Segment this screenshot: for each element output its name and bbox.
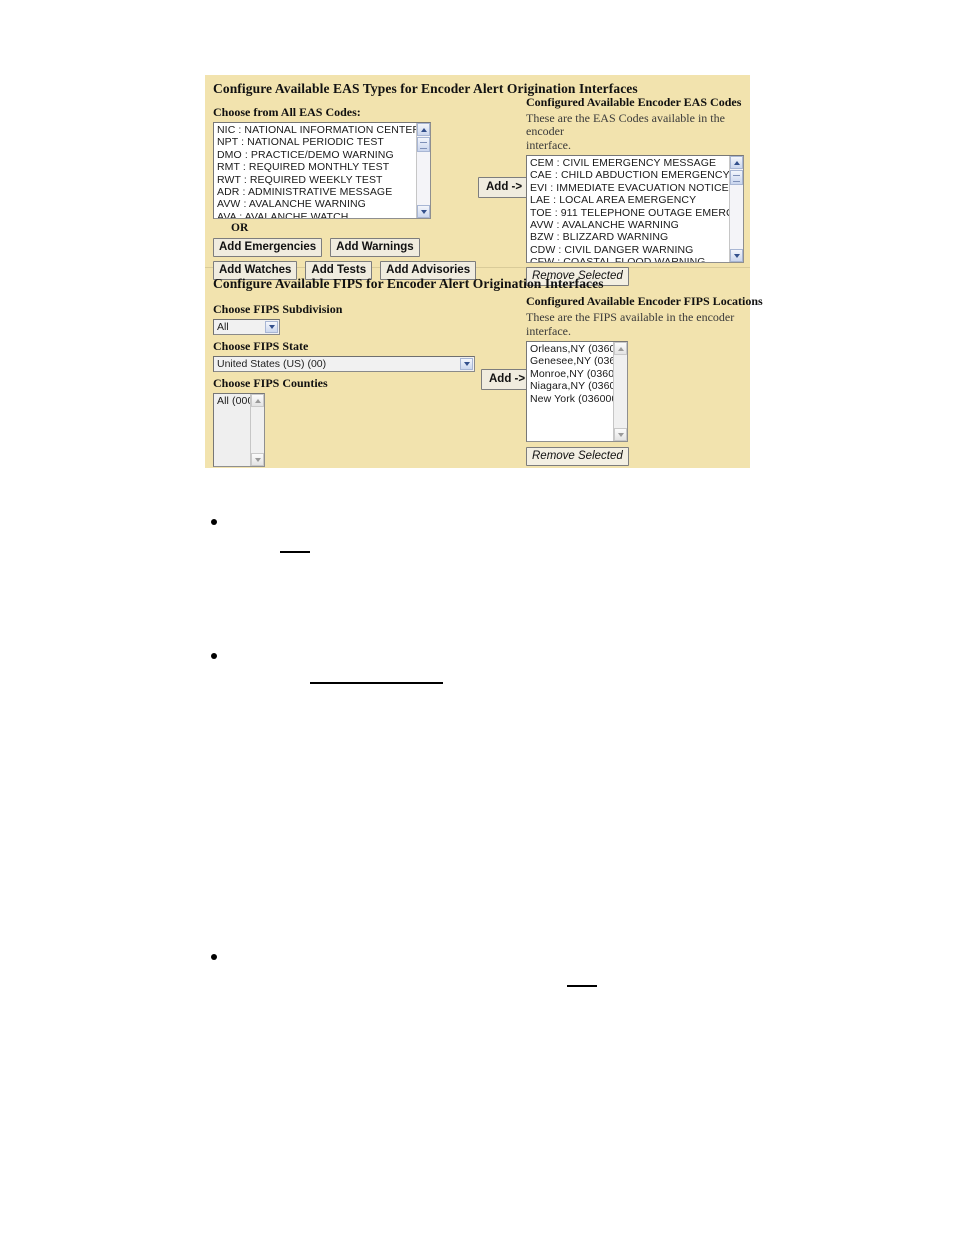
- scroll-up-icon[interactable]: [614, 342, 627, 355]
- vertical-scrollbar[interactable]: [729, 156, 743, 262]
- fips-left-column: Choose FIPS Subdivision All Choose FIPS …: [213, 302, 518, 467]
- eas-left-label: Choose from All EAS Codes:: [213, 105, 361, 119]
- list-item[interactable]: BZW : BLIZZARD WARNING: [528, 231, 743, 243]
- list-item[interactable]: RWT : REQUIRED WEEKLY TEST: [215, 174, 430, 186]
- bullet-point-icon: [211, 954, 217, 960]
- list-item[interactable]: NIC : NATIONAL INFORMATION CENTER: [215, 124, 430, 136]
- eas-right-column: Configured Available Encoder EAS Codes T…: [526, 95, 752, 289]
- configured-eas-codes-listbox[interactable]: CEM : CIVIL EMERGENCY MESSAGE CAE : CHIL…: [526, 155, 744, 263]
- eas-configuration-section: Configure Available EAS Types for Encode…: [205, 75, 750, 286]
- add-emergencies-button[interactable]: Add Emergencies: [213, 238, 323, 257]
- scroll-down-icon[interactable]: [730, 249, 743, 262]
- scrollbar-thumb[interactable]: [417, 137, 430, 152]
- fips-right-column: Configured Available Encoder FIPS Locati…: [526, 294, 763, 469]
- underline-rule: [567, 985, 597, 987]
- chevron-down-icon[interactable]: [460, 358, 473, 370]
- fips-right-description-line2: interface.: [526, 324, 571, 338]
- fips-counties-listbox[interactable]: All (000): [213, 393, 265, 467]
- fips-section-title: Configure Available FIPS for Encoder Ale…: [213, 276, 604, 291]
- list-item[interactable]: ADR : ADMINISTRATIVE MESSAGE: [215, 186, 430, 198]
- scroll-up-icon[interactable]: [730, 156, 743, 169]
- scroll-up-icon[interactable]: [251, 394, 264, 407]
- all-eas-codes-listbox[interactable]: NIC : NATIONAL INFORMATION CENTER NPT : …: [213, 122, 431, 219]
- fips-remove-row: Remove Selected: [526, 446, 752, 469]
- fips-configuration-section: Configure Available FIPS for Encoder Ale…: [205, 268, 763, 469]
- list-item[interactable]: NPT : NATIONAL PERIODIC TEST: [215, 136, 430, 148]
- fips-remove-selected-button[interactable]: Remove Selected: [526, 447, 629, 466]
- list-item[interactable]: AVA : AVALANCHE WATCH: [215, 211, 430, 218]
- list-item[interactable]: EVI : IMMEDIATE EVACUATION NOTICE: [528, 182, 743, 194]
- vertical-scrollbar[interactable]: [613, 342, 627, 441]
- fips-subdivision-select[interactable]: All: [213, 319, 280, 335]
- or-separator-label: OR: [231, 222, 249, 234]
- list-item[interactable]: LAE : LOCAL AREA EMERGENCY: [528, 194, 743, 206]
- eas-left-column: Choose from All EAS Codes: NIC : NATIONA…: [213, 105, 518, 283]
- fips-state-value: United States (US) (00): [217, 358, 327, 370]
- list-item[interactable]: CFW : COASTAL FLOOD WARNING: [528, 256, 743, 262]
- chevron-down-icon[interactable]: [265, 321, 278, 333]
- eas-right-description-line2: interface.: [526, 138, 571, 152]
- list-item[interactable]: CAE : CHILD ABDUCTION EMERGENCY: [528, 169, 743, 181]
- list-item[interactable]: CDW : CIVIL DANGER WARNING: [528, 244, 743, 256]
- list-item[interactable]: CEM : CIVIL EMERGENCY MESSAGE: [528, 157, 743, 169]
- underline-rule: [310, 682, 443, 684]
- eas-right-description-line1: These are the EAS Codes available in the…: [526, 111, 725, 138]
- vertical-scrollbar[interactable]: [250, 394, 264, 466]
- fips-state-label: Choose FIPS State: [213, 339, 309, 353]
- scrollbar-thumb[interactable]: [730, 170, 743, 185]
- fips-right-title: Configured Available Encoder FIPS Locati…: [526, 294, 763, 308]
- fips-subdivision-label: Choose FIPS Subdivision: [213, 302, 343, 316]
- fips-subdivision-value: All: [217, 321, 229, 333]
- fips-right-description-line1: These are the FIPS available in the enco…: [526, 310, 735, 324]
- scroll-up-icon[interactable]: [417, 123, 430, 136]
- list-item[interactable]: AVW : AVALANCHE WARNING: [215, 198, 430, 210]
- list-item[interactable]: AVW : AVALANCHE WARNING: [528, 219, 743, 231]
- add-warnings-button[interactable]: Add Warnings: [330, 238, 420, 257]
- bullet-point-icon: [211, 519, 217, 525]
- scroll-down-icon[interactable]: [251, 453, 264, 466]
- quick-add-button-row-1: Add Emergencies Add Warnings: [213, 237, 518, 260]
- fips-counties-label: Choose FIPS Counties: [213, 376, 328, 390]
- bullet-point-icon: [211, 653, 217, 659]
- scroll-down-icon[interactable]: [614, 428, 627, 441]
- eas-right-title: Configured Available Encoder EAS Codes: [526, 95, 742, 109]
- scroll-down-icon[interactable]: [417, 205, 430, 218]
- configuration-screenshot-panel: Configure Available EAS Types for Encode…: [205, 75, 763, 469]
- eas-add-button[interactable]: Add ->: [478, 177, 531, 198]
- list-item[interactable]: RMT : REQUIRED MONTHLY TEST: [215, 161, 430, 173]
- configured-fips-locations-listbox[interactable]: Orleans,NY (036073) Genesee,NY (036037) …: [526, 341, 628, 442]
- underline-rule: [280, 551, 310, 553]
- fips-state-select[interactable]: United States (US) (00): [213, 356, 475, 372]
- vertical-scrollbar[interactable]: [416, 123, 430, 218]
- list-item[interactable]: TOE : 911 TELEPHONE OUTAGE EMERGENCY: [528, 207, 743, 219]
- list-item[interactable]: DMO : PRACTICE/DEMO WARNING: [215, 149, 430, 161]
